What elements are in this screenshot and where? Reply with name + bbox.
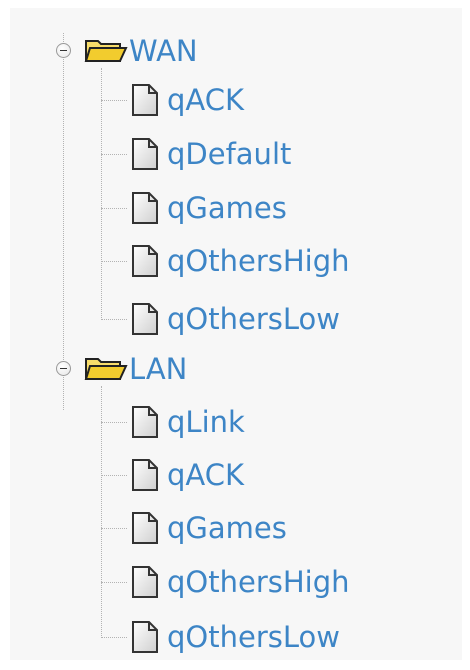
tree-leaf-label: qOthersLow — [167, 620, 340, 654]
tree-leaf-label: qGames — [167, 511, 287, 545]
document-icon — [132, 303, 158, 335]
tree-leaf-qlink[interactable]: qLink — [127, 402, 245, 442]
tree-node-lan[interactable]: LAN — [84, 349, 187, 389]
folder-open-icon — [84, 40, 128, 62]
tree-leaf-label: qOthersLow — [167, 302, 340, 336]
tree-leaf-label: qACK — [167, 83, 245, 117]
tree-leaf-label: qACK — [167, 458, 245, 492]
queue-tree: WAN qACK qDefault qGames qOthersHigh qOt… — [10, 8, 462, 660]
tree-leaf-label: qOthersHigh — [167, 565, 350, 599]
tree-node-wan[interactable]: WAN — [84, 31, 198, 71]
queue-tree-panel: WAN qACK qDefault qGames qOthersHigh qOt… — [10, 8, 462, 660]
tree-leaf-label: qDefault — [167, 137, 292, 171]
tree-leaf-qack[interactable]: qACK — [127, 80, 244, 120]
tree-leaf-label: qGames — [167, 191, 287, 225]
tree-connector — [63, 33, 64, 410]
tree-leaf-qothershigh[interactable]: qOthersHigh — [127, 241, 350, 281]
tree-connector — [101, 100, 127, 101]
tree-leaf-qack[interactable]: qACK — [127, 455, 244, 495]
folder-open-icon — [84, 358, 128, 380]
tree-connector — [101, 319, 127, 320]
document-icon — [132, 192, 158, 224]
tree-connector — [101, 582, 127, 583]
document-icon — [132, 459, 158, 491]
tree-leaf-label: qLink — [167, 405, 245, 439]
document-icon — [132, 566, 158, 598]
tree-connector — [101, 386, 102, 638]
tree-leaf-qgames[interactable]: qGames — [127, 508, 287, 548]
tree-connector — [101, 528, 127, 529]
document-icon — [132, 406, 158, 438]
document-icon — [132, 84, 158, 116]
document-icon — [132, 138, 158, 170]
tree-leaf-qothershigh[interactable]: qOthersHigh — [127, 562, 350, 602]
tree-connector — [101, 637, 127, 638]
document-icon — [132, 621, 158, 653]
tree-node-label: WAN — [129, 34, 198, 68]
tree-connector — [101, 422, 127, 423]
tree-leaf-label: qOthersHigh — [167, 244, 350, 278]
tree-connector — [101, 68, 102, 320]
tree-connector — [101, 261, 127, 262]
document-icon — [132, 245, 158, 277]
collapse-toggle-wan[interactable] — [56, 43, 71, 58]
tree-leaf-qgames[interactable]: qGames — [127, 188, 287, 228]
tree-connector — [101, 475, 127, 476]
tree-connector — [101, 208, 127, 209]
tree-leaf-qdefault[interactable]: qDefault — [127, 134, 291, 174]
collapse-toggle-lan[interactable] — [56, 361, 71, 376]
document-icon — [132, 512, 158, 544]
tree-leaf-qotherslow[interactable]: qOthersLow — [127, 617, 340, 657]
tree-leaf-qotherslow[interactable]: qOthersLow — [127, 299, 340, 339]
tree-node-label: LAN — [129, 352, 188, 386]
tree-connector — [101, 154, 127, 155]
